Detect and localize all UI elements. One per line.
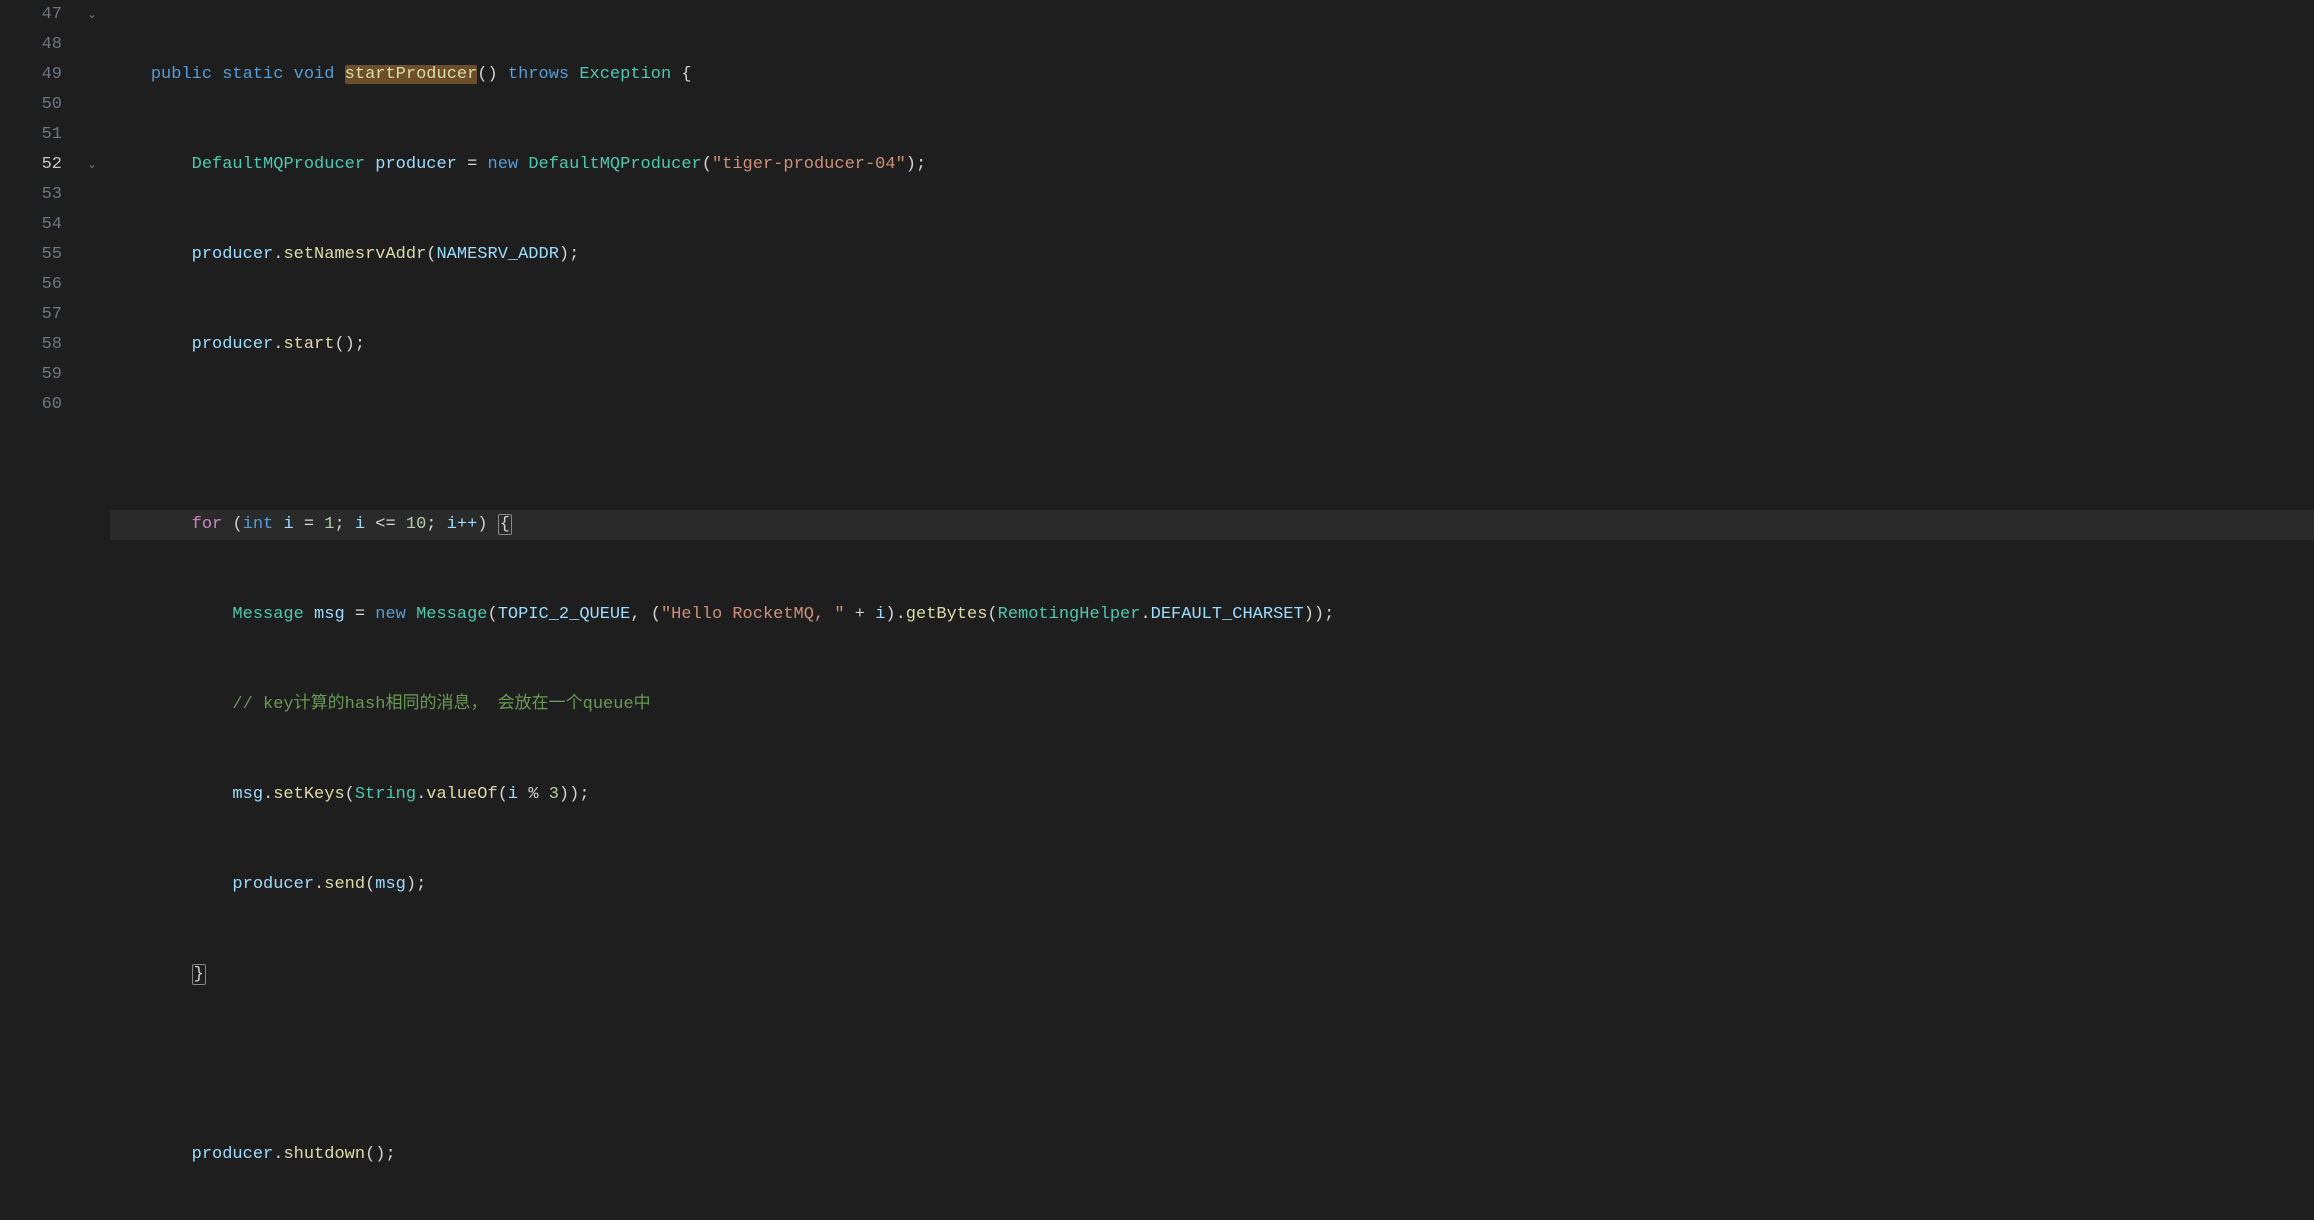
- code-line[interactable]: msg.setKeys(String.valueOf(i % 3));: [110, 780, 2314, 810]
- line-number: 53: [0, 180, 62, 210]
- line-number: 58: [0, 330, 62, 360]
- code-line[interactable]: }: [110, 960, 2314, 990]
- chevron-down-icon: ⌄: [87, 0, 97, 30]
- code-line[interactable]: producer.setNamesrvAddr(NAMESRV_ADDR);: [110, 240, 2314, 270]
- line-number: 48: [0, 30, 62, 60]
- line-number: 56: [0, 270, 62, 300]
- line-number-gutter: 47 48 49 50 51 52 53 54 55 56 57 58 59 6…: [0, 0, 80, 1220]
- line-number: 54: [0, 210, 62, 240]
- code-line[interactable]: producer.shutdown();: [110, 1140, 2314, 1170]
- line-number: 57: [0, 300, 62, 330]
- matched-brace: }: [192, 964, 206, 985]
- line-number: 60: [0, 390, 62, 420]
- fold-column: ⌄ ⌄: [80, 0, 104, 1220]
- code-line[interactable]: // key计算的hash相同的消息， 会放在一个queue中: [110, 690, 2314, 720]
- line-number-active: 52: [0, 150, 62, 180]
- code-line[interactable]: Message msg = new Message(TOPIC_2_QUEUE,…: [110, 600, 2314, 630]
- code-area[interactable]: public static void startProducer() throw…: [104, 0, 2314, 1220]
- code-line[interactable]: [110, 420, 2314, 450]
- method-name: startProducer: [345, 65, 478, 84]
- chevron-down-icon: ⌄: [87, 150, 97, 180]
- line-number: 55: [0, 240, 62, 270]
- fold-toggle[interactable]: ⌄: [80, 150, 104, 180]
- line-number: 50: [0, 90, 62, 120]
- line-number: 59: [0, 360, 62, 390]
- code-editor[interactable]: 47 48 49 50 51 52 53 54 55 56 57 58 59 6…: [0, 0, 2314, 1220]
- code-line-active[interactable]: for (int i = 1; i <= 10; i++) {: [110, 510, 2314, 540]
- code-line[interactable]: producer.send(msg);: [110, 870, 2314, 900]
- fold-toggle[interactable]: ⌄: [80, 0, 104, 30]
- matched-brace: {: [498, 514, 512, 535]
- code-line[interactable]: producer.start();: [110, 330, 2314, 360]
- code-line[interactable]: [110, 1050, 2314, 1080]
- line-number: 49: [0, 60, 62, 90]
- code-line[interactable]: DefaultMQProducer producer = new Default…: [110, 150, 2314, 180]
- code-line[interactable]: public static void startProducer() throw…: [110, 60, 2314, 90]
- line-number: 47: [0, 0, 62, 30]
- line-number: 51: [0, 120, 62, 150]
